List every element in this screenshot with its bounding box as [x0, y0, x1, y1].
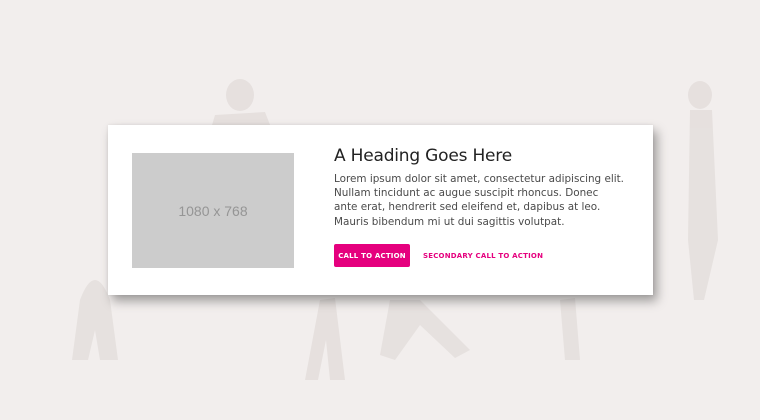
- image-placeholder: 1080 x 768: [132, 153, 294, 268]
- card-content: A Heading Goes Here Lorem ipsum dolor si…: [334, 145, 624, 229]
- card-actions: CALL TO ACTION SECONDARY CALL TO ACTION: [334, 244, 543, 267]
- card-body-text: Lorem ipsum dolor sit amet, consectetur …: [334, 173, 624, 228]
- call-to-action-button[interactable]: CALL TO ACTION: [334, 244, 410, 267]
- card-heading: A Heading Goes Here: [334, 146, 512, 166]
- secondary-call-to-action-link[interactable]: SECONDARY CALL TO ACTION: [423, 252, 543, 260]
- hero-card: 1080 x 768 A Heading Goes Here Lorem ips…: [108, 125, 653, 295]
- image-placeholder-label: 1080 x 768: [178, 202, 248, 219]
